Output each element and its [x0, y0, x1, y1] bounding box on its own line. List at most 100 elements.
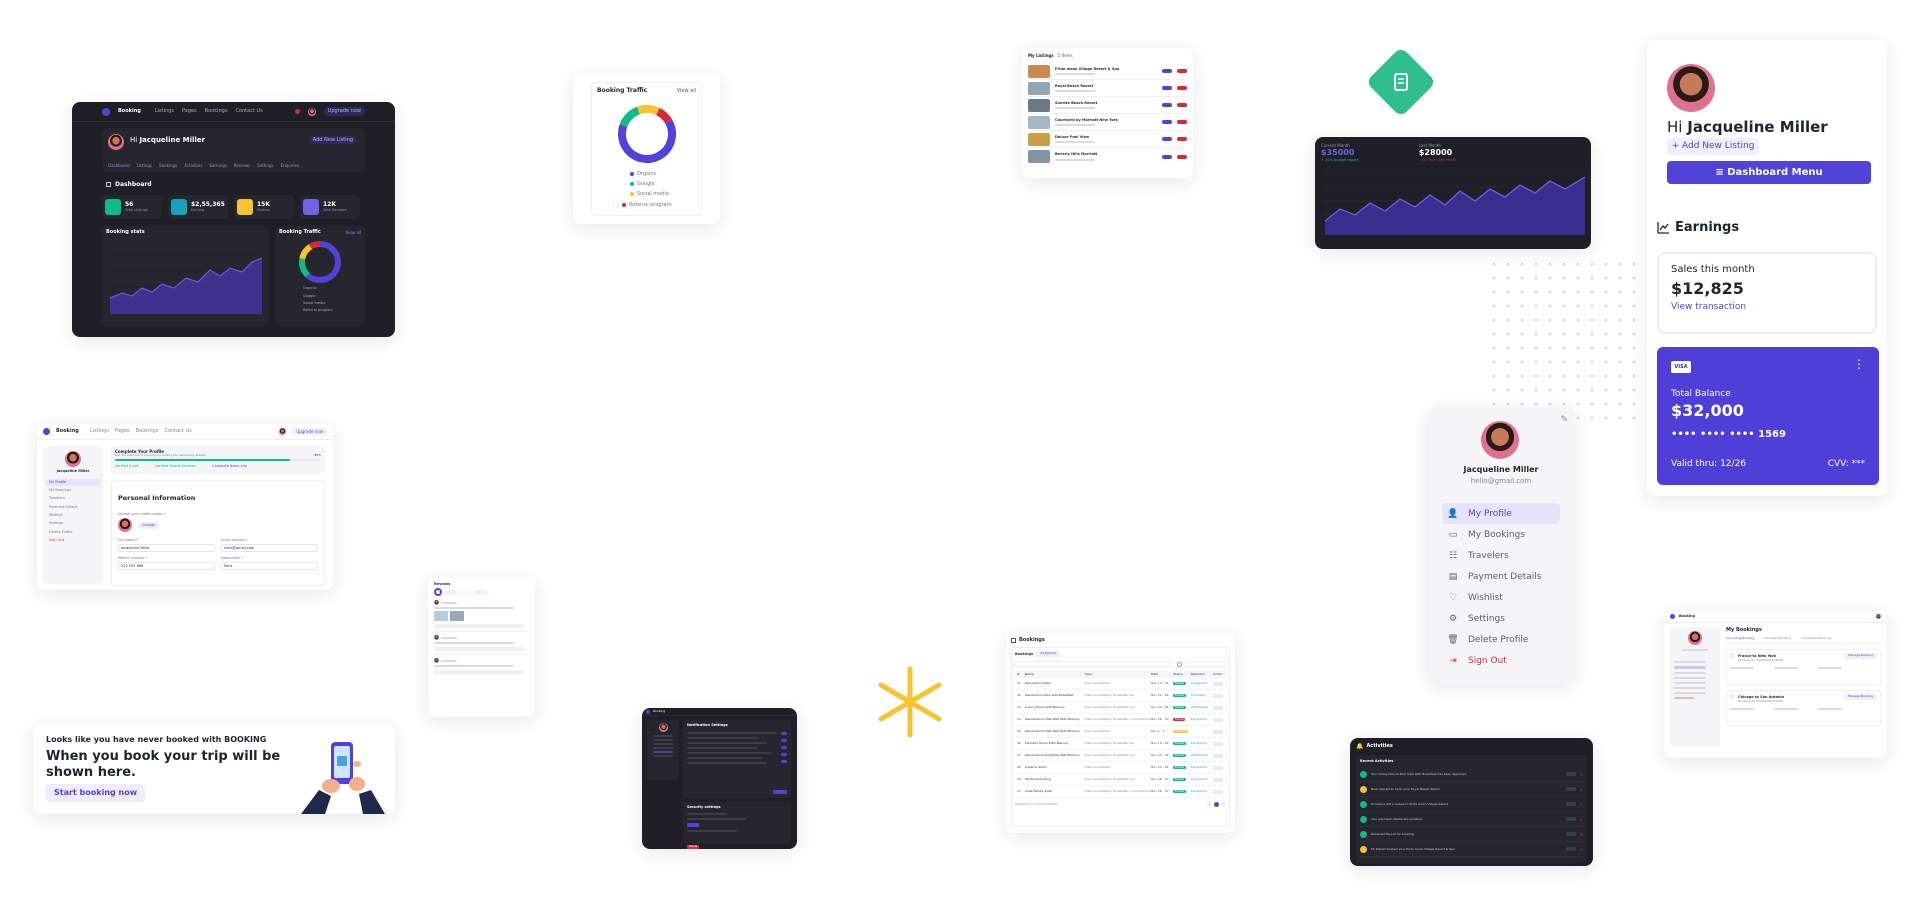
- view-button[interactable]: [1213, 765, 1223, 770]
- table-row[interactable]: 06 Premium Room With Balcony Free cancella…: [1015, 738, 1226, 750]
- delete-account-button[interactable]: Delete: [687, 845, 700, 849]
- sidebar-item-delete-profile[interactable]: 🗑 Delete Profile: [1442, 629, 1560, 650]
- nav-link-bookings[interactable]: Bookings: [205, 108, 228, 114]
- table-row[interactable]: 08 Superior Room Free cancellation Nov 24 -…: [1015, 762, 1226, 774]
- delete-button[interactable]: [1177, 120, 1187, 124]
- view-button[interactable]: [1213, 777, 1223, 782]
- table-row[interactable]: 02 Deluxe Pool View with Breakfast Free ca…: [1015, 690, 1226, 702]
- list-item[interactable]: Royal Beach Resort: [1028, 80, 1187, 97]
- add-listing-button[interactable]: Add New Listing: [308, 136, 357, 145]
- nav-link-listings[interactable]: Listings: [90, 428, 109, 434]
- table-row[interactable]: 07 Deluxe Room King Bed With Balcony Free …: [1015, 750, 1226, 762]
- edit-icon[interactable]: ✎: [1560, 415, 1568, 425]
- sidebar-item-my-profile[interactable]: 👤 My Profile: [1442, 503, 1560, 524]
- list-item[interactable]: Pride moon Village Resort & Spa: [1028, 63, 1187, 80]
- tab-dashboard[interactable]: Dashboard: [108, 163, 130, 168]
- avatar[interactable]: [279, 428, 287, 435]
- sidebar-item[interactable]: My Bookings: [46, 486, 100, 494]
- nav-link-listings[interactable]: Listings: [155, 108, 174, 114]
- view-button[interactable]: [1565, 802, 1576, 807]
- view-all-link[interactable]: View all: [677, 88, 696, 94]
- close-icon[interactable]: ×: [1580, 772, 1583, 777]
- toggle-switch[interactable]: [781, 732, 787, 735]
- view-button[interactable]: [1213, 693, 1223, 698]
- sidebar-item-my-bookings[interactable]: ▭ My Bookings: [1442, 524, 1560, 545]
- brand-name[interactable]: Booking: [118, 108, 141, 114]
- change-button[interactable]: [687, 823, 699, 828]
- tab-enquiries[interactable]: Enquiries: [281, 163, 300, 168]
- manage-booking-button[interactable]: Manage Booking: [1844, 653, 1877, 659]
- sidebar-item[interactable]: Delete Profile: [46, 528, 100, 536]
- table-row[interactable]: 04 Deluxe Room Twin Bed With Balcony Free …: [1015, 714, 1226, 726]
- sidebar-item[interactable]: Payment Details: [46, 503, 100, 511]
- manage-booking-button[interactable]: Manage Booking: [1844, 694, 1877, 700]
- view-button[interactable]: [1565, 832, 1576, 837]
- activity-item[interactable]: Received Payout for booking ×: [1360, 827, 1583, 843]
- activity-item[interactable]: Mr Robert booked your Pride moon Village…: [1360, 842, 1583, 858]
- close-icon[interactable]: ×: [1580, 817, 1583, 822]
- list-item[interactable]: Sunrise Beach Resort: [1028, 97, 1187, 114]
- avatar[interactable]: [1876, 614, 1881, 619]
- close-icon[interactable]: ×: [1580, 832, 1583, 837]
- avatar[interactable]: [118, 518, 132, 533]
- sidebar-item[interactable]: Wishlist: [46, 511, 100, 519]
- list-item[interactable]: Courtyard by Marriott New York: [1028, 114, 1187, 131]
- full-name-input[interactable]: Jacqueline Miller: [118, 543, 215, 553]
- upgrade-button[interactable]: Upgrade now: [292, 428, 327, 435]
- view-button[interactable]: [1565, 772, 1576, 777]
- view-button[interactable]: [1213, 753, 1223, 758]
- toggle-switch[interactable]: [781, 746, 787, 749]
- edit-button[interactable]: [1162, 69, 1172, 73]
- delete-button[interactable]: [1177, 69, 1187, 73]
- table-row[interactable]: 05 Deluxe Room Twin Bed With Balcony Free …: [1015, 726, 1226, 738]
- table-row[interactable]: 03 Luxury Room with Balcony Free cancellat…: [1015, 702, 1226, 714]
- nav-link-contact[interactable]: Contact Us: [235, 108, 262, 114]
- sidebar-item-settings[interactable]: ⚙ Settings: [1442, 608, 1560, 629]
- delete-button[interactable]: [1177, 154, 1187, 159]
- table-row[interactable]: 09 Studio Suite King Free cancellation | B…: [1015, 774, 1226, 786]
- sidebar-item-wishlist[interactable]: ♡ Wishlist: [1442, 587, 1560, 608]
- view-button[interactable]: [1213, 741, 1223, 746]
- tab-upcoming[interactable]: Upcoming Booking: [1726, 636, 1754, 641]
- brand-name[interactable]: Booking: [653, 709, 665, 714]
- tab-bookings[interactable]: Bookings: [159, 163, 177, 168]
- table-row[interactable]: 01 Deluxe Pool View Free cancellation Nov 1…: [1015, 678, 1226, 690]
- view-button[interactable]: [1213, 705, 1223, 710]
- toggle-switch[interactable]: [781, 760, 787, 763]
- search-input[interactable]: [1015, 661, 1173, 667]
- view-button[interactable]: [1565, 847, 1576, 852]
- view-button[interactable]: [1565, 817, 1576, 822]
- mobile-input[interactable]: 222 555 666: [118, 561, 215, 570]
- upgrade-button[interactable]: Upgrade now: [323, 107, 365, 116]
- activity-item[interactable]: Your listing Deluxe Pool View with Break…: [1360, 767, 1583, 783]
- close-icon[interactable]: ×: [1580, 802, 1583, 807]
- edit-button[interactable]: [1162, 154, 1172, 159]
- view-all-link[interactable]: View all: [346, 230, 361, 235]
- brand-name[interactable]: Booking: [1679, 614, 1695, 618]
- sidebar-item[interactable]: Sign Out: [46, 536, 100, 544]
- edit-button[interactable]: [1162, 137, 1172, 141]
- edit-button[interactable]: [1162, 120, 1172, 124]
- view-button[interactable]: [1213, 729, 1223, 734]
- toggle-switch[interactable]: [781, 753, 787, 756]
- tab-earnings[interactable]: Earnings: [209, 163, 226, 168]
- list-item[interactable]: Beverly Hills Marriott: [1028, 148, 1187, 165]
- toggle-switch[interactable]: [781, 739, 787, 742]
- pagination[interactable]: [1207, 802, 1226, 807]
- change-photo-button[interactable]: Change: [138, 522, 160, 529]
- add-listing-button[interactable]: + Add New Listing: [1667, 138, 1759, 155]
- dashboard-menu-button[interactable]: ≡ Dashboard Menu: [1667, 161, 1871, 184]
- tab-reviews[interactable]: Reviews: [234, 163, 250, 168]
- save-button[interactable]: [773, 790, 787, 794]
- nationality-select[interactable]: Paris: [221, 561, 318, 570]
- delete-button[interactable]: [1177, 86, 1187, 90]
- edit-button[interactable]: [1162, 86, 1172, 90]
- view-transaction-link[interactable]: View transaction: [1671, 302, 1863, 312]
- sidebar-item-travelers[interactable]: ☷ Travelers: [1442, 545, 1560, 566]
- edit-button[interactable]: [1162, 103, 1172, 107]
- nav-link-pages[interactable]: Pages: [115, 428, 130, 434]
- sidebar-item[interactable]: Travelers: [46, 494, 100, 502]
- activity-item[interactable]: New request to book your Royal Beach Res…: [1360, 782, 1583, 798]
- tab-completed[interactable]: Completed Booking: [1801, 636, 1830, 641]
- search-icon[interactable]: [1177, 661, 1182, 667]
